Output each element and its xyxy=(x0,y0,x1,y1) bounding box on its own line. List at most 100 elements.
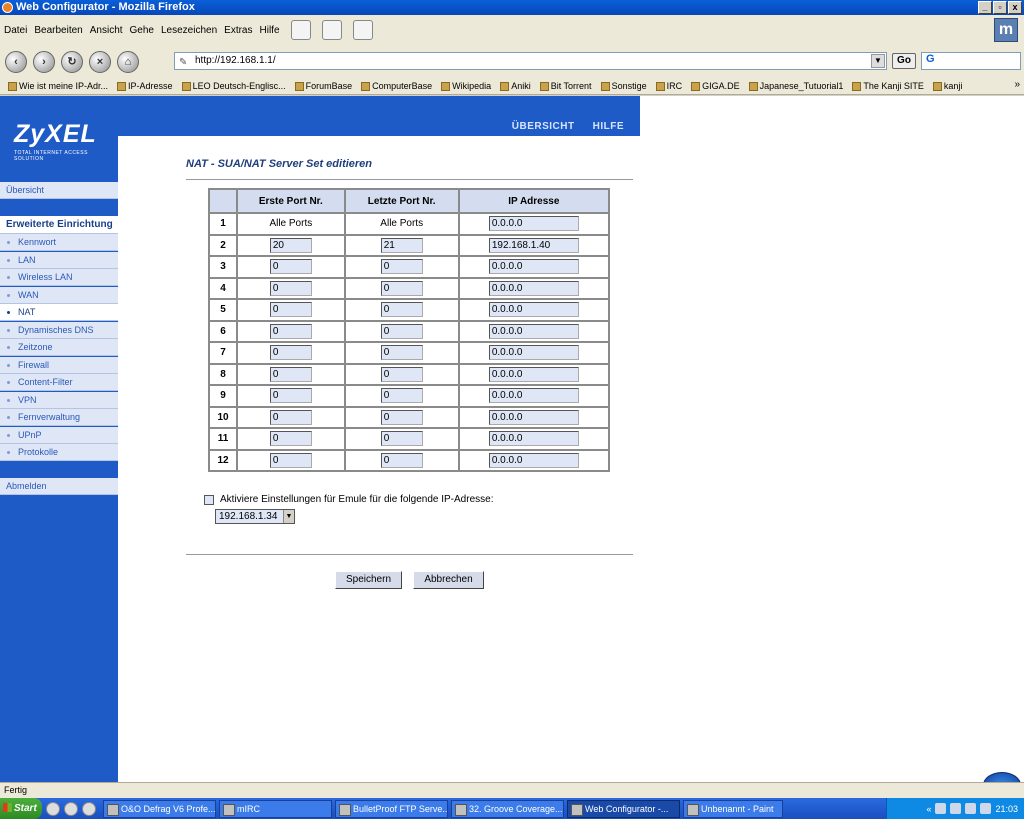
task-paint[interactable]: Unbenannt - Paint xyxy=(683,799,783,818)
sidebar-item-wireless-lan[interactable]: Wireless LAN xyxy=(0,269,118,286)
menu-view[interactable]: Ansicht xyxy=(90,25,123,36)
volume-icon[interactable] xyxy=(965,803,977,814)
last-port-input[interactable]: 0 xyxy=(380,452,423,468)
sidebar-item-vpn[interactable]: VPN xyxy=(0,391,118,409)
last-port-input[interactable]: 0 xyxy=(380,431,423,447)
bookmark-item[interactable]: Wie ist meine IP-Adr... xyxy=(8,81,108,91)
last-port-input[interactable]: 0 xyxy=(380,409,423,425)
sidebar-item-logout[interactable]: Abmelden xyxy=(0,478,118,495)
display-icon[interactable] xyxy=(980,803,992,814)
sidebar-item-remote-management[interactable]: Fernverwaltung xyxy=(0,409,118,426)
menu-bookmarks[interactable]: Lesezeichen xyxy=(161,25,217,36)
ip-input[interactable]: 0.0.0.0 xyxy=(488,345,579,361)
tray-overflow-icon[interactable]: « xyxy=(926,804,931,814)
ip-input[interactable]: 192.168.1.40 xyxy=(488,237,579,253)
task-mirc[interactable]: mIRC xyxy=(219,799,332,818)
sidebar-item-firewall[interactable]: Firewall xyxy=(0,356,118,374)
sidebar-item-lan[interactable]: LAN xyxy=(0,251,118,269)
save-button[interactable]: Speichern xyxy=(335,571,402,589)
ip-input[interactable]: 0.0.0.0 xyxy=(488,452,579,468)
last-port-input[interactable]: 0 xyxy=(380,366,423,382)
task-web-configurator[interactable]: Web Configurator -... xyxy=(567,799,680,818)
toolbar-extension-icon[interactable] xyxy=(290,20,311,40)
sidebar-item-ddns[interactable]: Dynamisches DNS xyxy=(0,321,118,339)
sidebar-item-content-filter[interactable]: Content-Filter xyxy=(0,374,118,391)
start-button[interactable]: Start xyxy=(0,798,42,819)
last-port-input[interactable]: 0 xyxy=(380,302,423,318)
first-port-input[interactable]: 0 xyxy=(269,345,312,361)
ip-input[interactable]: 0.0.0.0 xyxy=(488,259,579,275)
bookmark-item[interactable]: IP-Adresse xyxy=(117,81,173,91)
firefox-icon[interactable] xyxy=(64,801,78,816)
sidebar-item-upnp[interactable]: UPnP xyxy=(0,426,118,444)
ip-input[interactable]: 0.0.0.0 xyxy=(488,409,579,425)
toolbar-tab-icon[interactable] xyxy=(352,20,373,40)
ip-input[interactable]: 0.0.0.0 xyxy=(488,431,579,447)
ip-input[interactable]: 0.0.0.0 xyxy=(488,388,579,404)
bookmark-folder[interactable]: kanji xyxy=(932,81,962,91)
first-port-input[interactable]: 0 xyxy=(269,323,312,339)
maximize-button[interactable]: ▫ xyxy=(993,1,1007,14)
emule-ip-select[interactable]: 192.168.1.34 ▼ xyxy=(215,509,295,524)
bookmark-item[interactable]: ComputerBase xyxy=(361,81,432,91)
close-button[interactable]: x xyxy=(1008,1,1022,14)
menu-go[interactable]: Gehe xyxy=(130,25,154,36)
search-input[interactable]: G xyxy=(921,52,1021,70)
sidebar-item-timezone[interactable]: Zeitzone xyxy=(0,339,118,356)
first-port-input[interactable]: 0 xyxy=(269,409,312,425)
forward-icon[interactable]: › xyxy=(33,50,55,73)
bookmark-folder[interactable]: IRC xyxy=(655,81,682,91)
network-icon[interactable] xyxy=(935,803,947,814)
first-port-input[interactable]: 0 xyxy=(269,259,312,275)
bookmark-item[interactable]: ForumBase xyxy=(294,81,352,91)
reload-icon[interactable]: ↻ xyxy=(61,50,83,73)
ip-input[interactable]: 0.0.0.0 xyxy=(488,302,579,318)
bookmark-item[interactable]: The Kanji SITE xyxy=(852,81,924,91)
first-port-input[interactable]: 20 xyxy=(269,237,312,253)
toolbar-download-icon[interactable] xyxy=(321,20,342,40)
ip-input[interactable]: 0.0.0.0 xyxy=(488,323,579,339)
home-icon[interactable]: ⌂ xyxy=(117,50,139,73)
bookmark-item[interactable]: Wikipedia xyxy=(441,81,491,91)
first-port-input[interactable]: 0 xyxy=(269,388,312,404)
emule-checkbox[interactable] xyxy=(204,494,214,505)
bookmark-item[interactable]: LEO Deutsch-Englisc... xyxy=(181,81,286,91)
overview-link[interactable]: ÜBERSICHT xyxy=(512,121,575,132)
first-port-input[interactable]: 0 xyxy=(269,431,312,447)
first-port-input[interactable]: 0 xyxy=(269,366,312,382)
ip-input[interactable]: 0.0.0.0 xyxy=(488,216,579,232)
last-port-input[interactable]: 0 xyxy=(380,345,423,361)
last-port-input[interactable]: 0 xyxy=(380,323,423,339)
menu-tools[interactable]: Extras xyxy=(224,25,252,36)
bookmark-item[interactable]: Japanese_Tutuorial1 xyxy=(748,81,843,91)
task-ftp-server[interactable]: BulletProof FTP Serve... xyxy=(335,799,448,818)
bookmark-item[interactable]: GIGA.DE xyxy=(691,81,740,91)
first-port-input[interactable]: 0 xyxy=(269,452,312,468)
go-button[interactable]: Go xyxy=(892,53,916,69)
last-port-input[interactable]: 0 xyxy=(380,388,423,404)
sidebar-item-overview[interactable]: Übersicht xyxy=(0,182,118,199)
task-groove-coverage[interactable]: 32. Groove Coverage... xyxy=(451,799,564,818)
menu-help[interactable]: Hilfe xyxy=(260,25,280,36)
minimize-button[interactable]: _ xyxy=(978,1,992,14)
bookmark-item[interactable]: Aniki xyxy=(500,81,531,91)
bookmark-folder[interactable]: Sonstige xyxy=(600,81,647,91)
back-icon[interactable]: ‹ xyxy=(5,50,27,73)
help-link[interactable]: HILFE xyxy=(593,121,624,132)
last-port-input[interactable]: 0 xyxy=(380,280,423,296)
url-input[interactable]: ✎ http://192.168.1.1/ ▼ xyxy=(174,52,887,70)
cancel-button[interactable]: Abbrechen xyxy=(413,571,484,589)
antivirus-icon[interactable] xyxy=(950,803,962,814)
dropdown-arrow-icon[interactable]: ▼ xyxy=(283,510,294,523)
stop-icon[interactable]: × xyxy=(89,50,111,73)
last-port-input[interactable]: 0 xyxy=(380,259,423,275)
ip-input[interactable]: 0.0.0.0 xyxy=(488,366,579,382)
menu-file[interactable]: Datei xyxy=(4,25,27,36)
ie-icon[interactable] xyxy=(46,801,60,816)
sidebar-item-nat[interactable]: NAT xyxy=(0,304,118,321)
sidebar-item-password[interactable]: Kennwort xyxy=(0,234,118,251)
url-dropdown-icon[interactable]: ▼ xyxy=(871,54,885,68)
bookmarks-overflow-icon[interactable]: » xyxy=(1014,79,1020,90)
sidebar-item-logs[interactable]: Protokolle xyxy=(0,444,118,461)
ip-input[interactable]: 0.0.0.0 xyxy=(488,280,579,296)
